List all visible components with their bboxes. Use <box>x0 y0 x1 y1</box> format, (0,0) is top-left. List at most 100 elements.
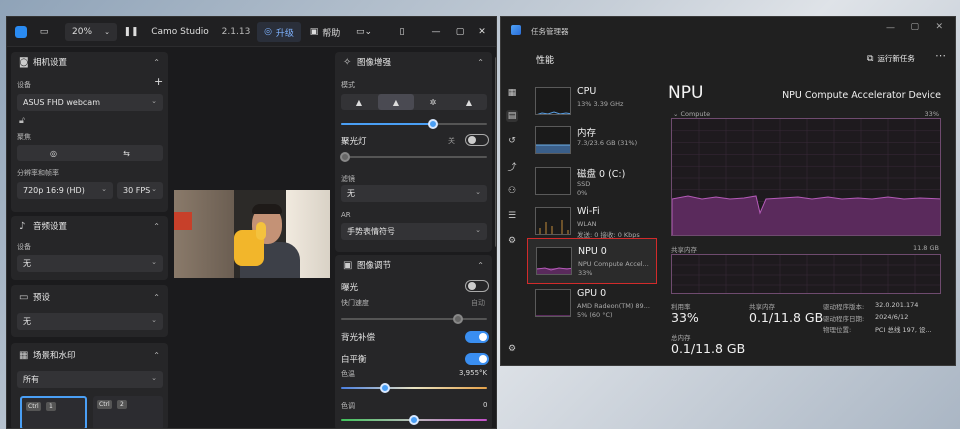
portrait-off-icon[interactable]: ▲ <box>341 94 377 110</box>
close-icon[interactable]: ✕ <box>473 17 491 47</box>
perf-item-1[interactable]: 内存 7.3/23.6 GB (31%) <box>527 122 657 162</box>
maximize-icon[interactable]: ▢ <box>451 17 469 47</box>
run-new-task-button[interactable]: ⧉ 运行新任务 <box>867 53 915 64</box>
maximize-icon[interactable]: ▢ <box>910 22 919 32</box>
scenes-title: 场景和水印 <box>33 351 76 361</box>
npu-device-name: NPU Compute Accelerator Device <box>782 90 941 101</box>
collapse-chevron-icon[interactable]: ⌃ <box>153 222 160 231</box>
image-enhance-header[interactable]: ✧ 图像增强 ⌃ <box>335 52 492 72</box>
more-options-icon[interactable]: ⋯ <box>935 49 946 62</box>
right-scrollbar[interactable] <box>495 57 496 247</box>
zoom-select[interactable]: 20% ⌄ <box>65 23 117 41</box>
tint-slider[interactable] <box>341 415 487 425</box>
panel-toggle-icon[interactable]: ▯ <box>393 17 411 47</box>
chevron-down-icon: ⌄ <box>151 258 157 266</box>
settings-icon[interactable]: ⚙ <box>506 343 518 355</box>
temperature-slider[interactable] <box>341 383 487 393</box>
perf-item-sparkline <box>535 289 571 317</box>
portrait-light-icon[interactable]: ✲ <box>415 94 451 110</box>
perf-item-5[interactable]: GPU 0 AMD Radeon(TM) 89... 5% (60 °C) <box>527 285 657 325</box>
ar-select[interactable]: 手势表情符号 ⌄ <box>341 223 487 240</box>
focus-auto-icon[interactable]: ◎ <box>17 145 90 161</box>
services-icon[interactable]: ⚙ <box>506 235 518 247</box>
help-button[interactable]: ▣ 帮助 <box>305 17 345 47</box>
exposure-toggle[interactable] <box>465 280 489 292</box>
collapse-chevron-icon[interactable]: ⌃ <box>477 261 484 270</box>
preset-select[interactable]: 无 ⌄ <box>17 313 163 330</box>
ar-value: 手势表情符号 <box>347 227 395 236</box>
sidebar-toggle-icon[interactable]: ▭ <box>35 17 53 47</box>
focus-manual-icon[interactable]: ⇆ <box>90 145 163 161</box>
pause-icon[interactable]: ❚❚ <box>123 17 139 47</box>
minimize-icon[interactable]: — <box>427 17 445 47</box>
details-icon[interactable]: ☰ <box>506 210 518 222</box>
image-adjust-title: 图像调节 <box>357 261 392 271</box>
camera-settings-header[interactable]: ◙ 相机设置 ⌃ <box>11 52 168 72</box>
focus-label: 聚焦 <box>17 133 31 141</box>
slider-knob[interactable] <box>452 314 463 324</box>
perf-item-0[interactable]: CPU 13% 3.39 GHz <box>527 83 657 123</box>
audio-settings-header[interactable]: ♪ 音频设置 ⌃ <box>11 216 168 236</box>
device-select[interactable]: ASUS FHD webcam ⌄ <box>17 94 163 111</box>
slider-knob[interactable] <box>379 383 390 393</box>
audio-device-select[interactable]: 无 ⌄ <box>17 255 163 272</box>
collapse-chevron-icon[interactable]: ⌃ <box>153 293 160 302</box>
shutter-speed-slider[interactable] <box>341 314 487 324</box>
collapse-chevron-icon[interactable]: ⌃ <box>153 58 160 67</box>
preset-value: 无 <box>23 317 31 326</box>
white-balance-toggle[interactable] <box>465 353 489 365</box>
chevron-down-icon: ⌄ <box>475 188 481 196</box>
portrait-blur-icon[interactable]: ▲ <box>378 94 414 110</box>
scene-filter-select[interactable]: 所有 ⌄ <box>17 371 163 388</box>
collapse-chevron-icon[interactable]: ⌃ <box>477 58 484 67</box>
focus-mode-switch[interactable]: ◎ ⇆ <box>17 145 163 161</box>
fps-select[interactable]: 30 FPS ⌄ <box>117 182 163 199</box>
taskmgr-app-icon <box>511 25 521 35</box>
processes-icon[interactable]: ▦ <box>506 87 518 99</box>
spotlight-toggle[interactable] <box>465 134 489 146</box>
compute-graph <box>671 118 941 236</box>
collapse-chevron-icon[interactable]: ⌃ <box>153 351 160 360</box>
spotlight-slider[interactable] <box>340 152 487 162</box>
utilization-value: 33% <box>671 310 699 325</box>
mode-intensity-slider[interactable] <box>341 119 487 129</box>
add-device-icon[interactable]: + <box>154 75 163 88</box>
backlight-toggle[interactable] <box>465 331 489 343</box>
users-icon[interactable]: ⚇ <box>506 185 518 197</box>
upgrade-button[interactable]: ◎ 升级 <box>257 22 301 42</box>
perf-item-2[interactable]: 磁盘 0 (C:) SSD 0% <box>527 163 657 203</box>
shutter-speed-value: 自动 <box>471 299 485 307</box>
app-history-icon[interactable]: ↺ <box>506 135 518 147</box>
resolution-select[interactable]: 720p 16:9 (HD) ⌄ <box>17 182 113 199</box>
camera-menu-icon[interactable]: ▭⌄ <box>353 17 375 47</box>
task-manager-window: 任务管理器 — ▢ ✕ ≡ 性能 ⧉运行新任务 ⋯ ▦ ▤ ↺ ⤴ ⚇ ☰ ⚙ … <box>500 16 956 366</box>
magic-wand-icon: ✧ <box>343 56 352 68</box>
shared-memory-graph <box>671 254 941 294</box>
camo-logo-icon <box>15 26 27 38</box>
driver-version-value: 32.0.201.174 <box>875 301 919 309</box>
performance-icon[interactable]: ▤ <box>506 110 518 122</box>
slider-knob[interactable] <box>427 119 438 129</box>
scenes-header[interactable]: ▦ 场景和水印 ⌃ <box>11 345 168 365</box>
app-title: Camo Studio <box>151 27 209 37</box>
perf-item-3[interactable]: Wi-Fi WLAN 发送: 0 接收: 0 Kbps <box>527 203 657 243</box>
slider-knob[interactable] <box>409 415 419 425</box>
presets-header[interactable]: ▭ 预设 ⌃ <box>11 287 168 307</box>
resolution-value: 720p 16:9 (HD) <box>23 186 85 195</box>
shutter-speed-label: 快门速度 <box>341 299 369 307</box>
scene-shortcut-key: Ctrl <box>97 400 112 409</box>
lock-icon[interactable]: 🔓︎ <box>19 116 25 126</box>
slider-knob[interactable] <box>340 152 350 162</box>
startup-apps-icon[interactable]: ⤴ <box>506 160 518 173</box>
presets-panel: ▭ 预设 ⌃ 无 ⌄ <box>11 285 168 337</box>
perf-item-4[interactable]: NPU 0 NPU Compute Accel... 33% <box>527 238 657 284</box>
minimize-icon[interactable]: — <box>886 23 895 33</box>
scene-thumb-2[interactable]: Ctrl 2 <box>93 396 163 428</box>
close-icon[interactable]: ✕ <box>935 22 943 32</box>
scene-thumb-1[interactable]: Ctrl 1 <box>20 396 87 428</box>
portrait-bg-icon[interactable]: ▲ <box>451 94 487 110</box>
portrait-mode-switch[interactable]: ▲ ▲ ✲ ▲ <box>341 94 487 110</box>
image-adjust-header[interactable]: ▣ 图像调节 ⌃ <box>335 255 492 275</box>
filter-select[interactable]: 无 ⌄ <box>341 185 487 202</box>
presets-title: 预设 <box>33 293 51 303</box>
